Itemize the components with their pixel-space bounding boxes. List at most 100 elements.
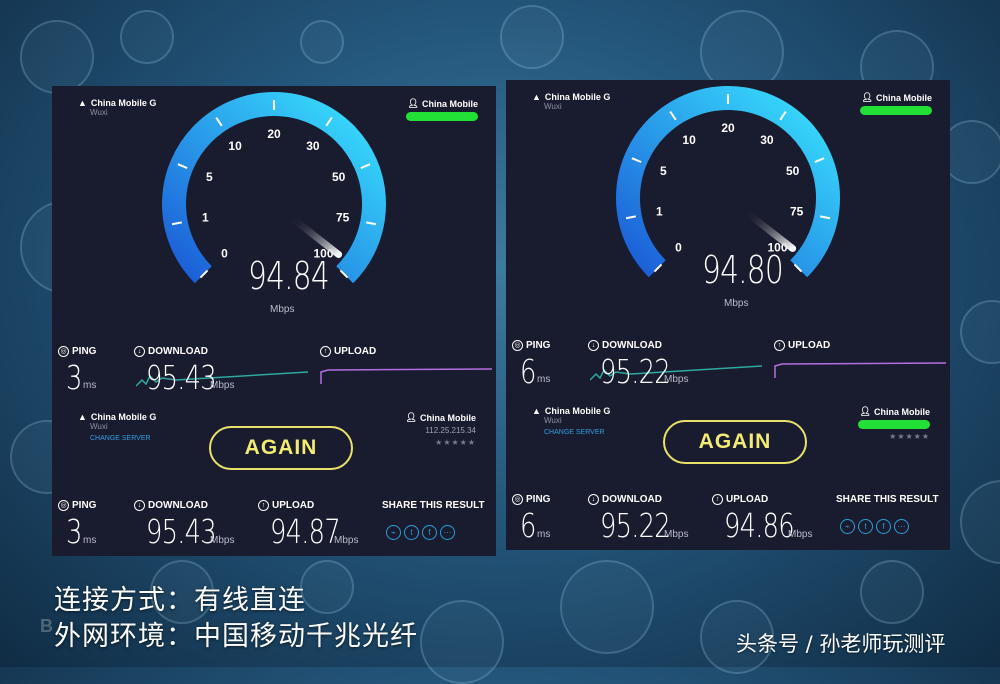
- download-icon: ↓: [134, 500, 145, 511]
- result-ping-label: ◎ PING: [58, 500, 96, 511]
- result-isp-info: ▲ China Mobile G Wuxi CHANGE SERVER: [78, 412, 156, 442]
- provider-status-bar: [858, 420, 930, 429]
- upload-label: ↑ UPLOAD: [774, 340, 830, 351]
- gauge-unit: Mbps: [270, 304, 295, 315]
- share-icons: ⌁ t f ⋯: [840, 516, 912, 534]
- gauge-scale-label: 20: [721, 121, 735, 135]
- bokeh-circle: [20, 20, 94, 94]
- more-icon[interactable]: ⋯: [440, 525, 455, 540]
- again-button[interactable]: AGAIN: [663, 420, 807, 464]
- upload-graph: [320, 368, 492, 384]
- bokeh-circle: [860, 560, 924, 624]
- gauge-scale-label: 1: [656, 205, 663, 219]
- result-ping-label: ◎ PING: [512, 494, 550, 505]
- gauge-unit: Mbps: [724, 298, 749, 309]
- gauge-scale-label: 50: [332, 170, 346, 184]
- gauge-scale-label: 0: [221, 246, 228, 260]
- result-ping-unit: ms: [537, 529, 551, 540]
- speedtest-panel-left: ▲ China Mobile G Wuxi 👤︎ China Mobile 0 1 5 1…: [52, 86, 496, 556]
- globe-icon: ▲: [532, 406, 541, 416]
- download-icon: ↓: [588, 494, 599, 505]
- result-server-info: 👤︎ China Mobile ★★★★★: [858, 406, 930, 441]
- server-rating: ★★★★★: [889, 432, 930, 441]
- result-download-unit: Mbps: [210, 535, 235, 546]
- change-server-link[interactable]: CHANGE SERVER: [90, 435, 156, 442]
- facebook-icon[interactable]: f: [422, 525, 437, 540]
- watermark: 头条号 / 孙老师玩测评: [736, 632, 946, 656]
- facebook-icon[interactable]: f: [876, 519, 891, 534]
- bokeh-circle: [960, 480, 1000, 564]
- speedtest-panel-right: ▲ China Mobile G Wuxi 👤︎ China Mobile 0 1 5 1…: [506, 80, 950, 550]
- result-download-value: 95.22: [600, 506, 671, 545]
- gauge-value: 94.84: [248, 254, 330, 298]
- result-isp-name: China Mobile G: [90, 412, 157, 422]
- gauge-scale-label: 1: [202, 211, 209, 225]
- caption-line-1: 连接方式：有线直连: [54, 585, 306, 616]
- upload-icon: ↑: [258, 500, 269, 511]
- twitter-icon[interactable]: t: [858, 519, 873, 534]
- result-upload-unit: Mbps: [788, 529, 813, 540]
- result-download-unit: Mbps: [664, 529, 689, 540]
- result-ping-unit: ms: [83, 535, 97, 546]
- link-icon[interactable]: ⌁: [386, 525, 401, 540]
- result-upload-unit: Mbps: [334, 535, 359, 546]
- ghost-letter: B: [40, 616, 53, 636]
- again-button[interactable]: AGAIN: [209, 426, 353, 470]
- upload-label: ↑ UPLOAD: [320, 346, 376, 357]
- share-icons: ⌁ t f ⋯: [386, 522, 458, 540]
- result-ping-value: 3: [66, 512, 82, 551]
- result-isp-city: Wuxi: [90, 422, 108, 431]
- globe-icon: ▲: [78, 412, 87, 422]
- ping-label: ◎ PING: [58, 346, 96, 357]
- gauge-scale-label: 5: [660, 164, 667, 178]
- download-icon: ↓: [588, 340, 599, 351]
- ping-icon: ◎: [58, 500, 69, 511]
- share-label: SHARE THIS RESULT: [382, 500, 485, 511]
- caption-line-2: 外网环境：中国移动千兆光纤: [54, 621, 418, 652]
- bokeh-circle: [420, 600, 504, 684]
- twitter-icon[interactable]: t: [404, 525, 419, 540]
- bokeh-circle: [120, 10, 174, 64]
- download-label: ↓ DOWNLOAD: [134, 346, 208, 357]
- gauge-scale-label: 10: [682, 133, 696, 147]
- download-label: ↓ DOWNLOAD: [588, 340, 662, 351]
- bokeh-circle: [300, 560, 354, 614]
- download-live-value: 95.43: [146, 358, 217, 397]
- link-icon[interactable]: ⌁: [840, 519, 855, 534]
- result-download-label: ↓ DOWNLOAD: [134, 500, 208, 511]
- more-icon[interactable]: ⋯: [894, 519, 909, 534]
- result-provider-name: China Mobile: [874, 406, 930, 417]
- ping-label: ◎ PING: [512, 340, 550, 351]
- upload-icon: ↑: [712, 494, 723, 505]
- result-isp-city: Wuxi: [544, 416, 562, 425]
- ping-value: 6: [520, 352, 536, 391]
- gauge-value: 94.80: [702, 248, 784, 292]
- result-upload-label: ↑ UPLOAD: [258, 500, 314, 511]
- gauge-scale-label: 75: [336, 211, 350, 225]
- gauge-scale-label: 30: [760, 133, 774, 147]
- ping-icon: ◎: [512, 494, 523, 505]
- ping-icon: ◎: [58, 346, 69, 357]
- bokeh-circle: [960, 300, 1000, 364]
- result-isp-info: ▲ China Mobile G Wuxi CHANGE SERVER: [532, 406, 610, 436]
- gauge-scale-label: 5: [206, 170, 213, 184]
- gauge-scale-label: 50: [786, 164, 800, 178]
- gauge-scale-label: 75: [790, 205, 804, 219]
- bokeh-circle: [500, 5, 564, 69]
- user-icon: 👤︎: [859, 406, 871, 416]
- upload-graph: [774, 362, 946, 378]
- result-upload-value: 94.86: [724, 506, 795, 545]
- gauge-scale-label: 30: [306, 139, 320, 153]
- share-label: SHARE THIS RESULT: [836, 494, 939, 505]
- user-icon: 👤︎: [405, 412, 417, 422]
- change-server-link[interactable]: CHANGE SERVER: [544, 429, 610, 436]
- ping-unit: ms: [83, 380, 97, 391]
- result-ping-value: 6: [520, 506, 536, 545]
- ping-unit: ms: [537, 374, 551, 385]
- gauge-scale-label: 10: [228, 139, 242, 153]
- download-icon: ↓: [134, 346, 145, 357]
- ping-value: 3: [66, 358, 82, 397]
- upload-icon: ↑: [774, 340, 785, 351]
- result-server-info: 👤︎ China Mobile 112.25.215.34 ★★★★★: [406, 412, 476, 447]
- bokeh-circle: [560, 560, 654, 654]
